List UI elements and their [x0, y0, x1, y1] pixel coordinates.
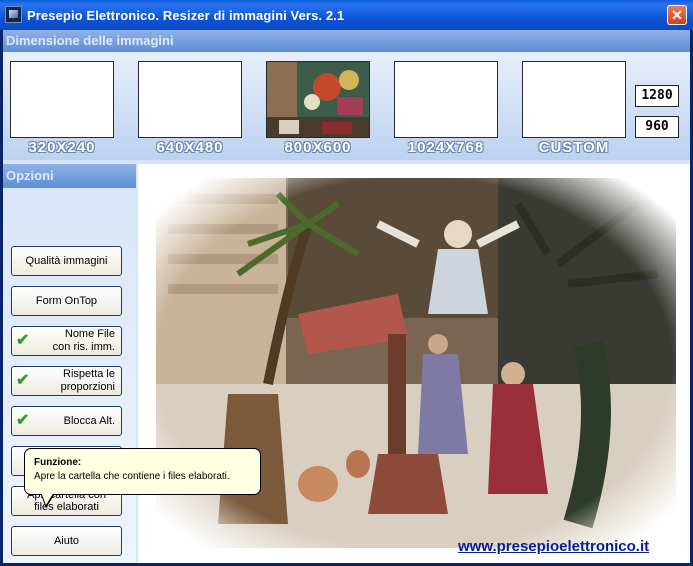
- close-button[interactable]: ✕: [667, 5, 687, 25]
- tooltip-pointer-fill: [41, 492, 54, 505]
- custom-height-field[interactable]: 960: [635, 116, 679, 138]
- ontop-button[interactable]: Form OnTop: [11, 286, 122, 316]
- check-icon: ✔: [16, 372, 30, 389]
- thumbnail-label: 640X480: [156, 139, 224, 156]
- check-icon: ✔: [16, 332, 30, 349]
- thumbnail-label: 1024X768: [407, 139, 485, 156]
- lock-height-toggle[interactable]: ✔ Blocca Alt.: [11, 406, 122, 436]
- proportions-label: Rispetta le proporzioni: [60, 368, 115, 393]
- help-button[interactable]: Aiuto: [11, 526, 122, 556]
- filename-label: Nome File con ris. imm.: [52, 328, 115, 353]
- lock-height-label: Blocca Alt.: [63, 414, 115, 427]
- thumbnail-320x240[interactable]: [10, 61, 114, 138]
- thumbnail-800x600[interactable]: [266, 61, 370, 138]
- tooltip-text: Apre la cartella che contiene i files el…: [34, 471, 230, 482]
- image-preview: www.presepioelettronico.it: [138, 164, 690, 563]
- selected-preview-icon: [267, 62, 369, 137]
- dimensions-header: Dimensione delle immagini: [3, 30, 690, 52]
- app-icon: [5, 6, 22, 23]
- window-title: Presepio Elettronico. Resizer di immagin…: [27, 8, 345, 23]
- nativity-scene-image: [138, 164, 690, 563]
- check-icon: ✔: [16, 412, 30, 429]
- tooltip-title: Funzione:: [34, 457, 82, 468]
- thumbnail-label: 320X240: [28, 139, 96, 156]
- options-header: Opzioni: [3, 164, 136, 188]
- custom-width-field[interactable]: 1280: [635, 85, 679, 107]
- thumbnail-custom[interactable]: [522, 61, 626, 138]
- options-panel: Qualità immagini Form OnTop ✔ Nome File …: [3, 188, 136, 563]
- quality-button[interactable]: Qualità immagini: [11, 246, 122, 276]
- dimensions-panel: 320X240 640X480 800X600 1024X768 CUSTOM …: [3, 52, 690, 160]
- tooltip: Funzione: Apre la cartella che contiene …: [24, 448, 261, 495]
- website-link[interactable]: www.presepioelettronico.it: [458, 538, 649, 555]
- thumbnail-label: 800X600: [284, 139, 352, 156]
- title-bar[interactable]: Presepio Elettronico. Resizer di immagin…: [0, 0, 693, 30]
- thumbnail-1024x768[interactable]: [394, 61, 498, 138]
- proportions-toggle[interactable]: ✔ Rispetta le proporzioni: [11, 366, 122, 396]
- filename-toggle[interactable]: ✔ Nome File con ris. imm.: [11, 326, 122, 356]
- thumbnail-label: CUSTOM: [538, 139, 610, 156]
- thumbnail-640x480[interactable]: [138, 61, 242, 138]
